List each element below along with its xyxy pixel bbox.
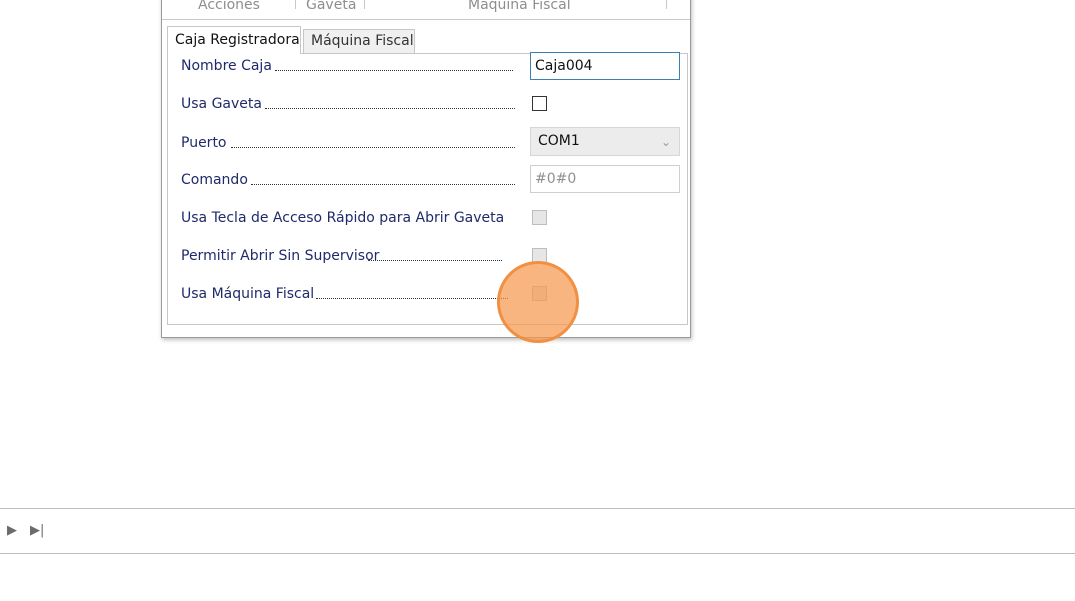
ribbon-separator <box>295 0 296 9</box>
dotted-leader <box>368 260 502 261</box>
record-navigator: ▶ ▶| <box>0 508 1075 554</box>
nombre-caja-label: Nombre Caja <box>181 58 272 74</box>
dotted-leader <box>265 108 515 109</box>
usa-gaveta-label: Usa Gaveta <box>181 96 262 112</box>
row-permitir-abrir: Permitir Abrir Sin Supervisor <box>181 246 521 266</box>
dotted-leader <box>316 298 508 299</box>
nombre-caja-input[interactable]: Caja004 <box>530 52 680 80</box>
puerto-label: Puerto <box>181 135 227 151</box>
chevron-down-icon: ⌄ <box>660 135 671 149</box>
screen: Acciones Gaveta Máquina Fiscal Caja Regi… <box>0 0 1075 601</box>
ribbon-group-maquina-fiscal[interactable]: Máquina Fiscal <box>468 0 571 13</box>
caja-registradora-panel: Nombre Caja Caja004 Usa Gaveta Puerto CO… <box>167 52 688 325</box>
usa-gaveta-checkbox[interactable] <box>532 96 547 111</box>
dotted-leader <box>251 184 515 185</box>
usa-maquina-fiscal-label: Usa Máquina Fiscal <box>181 286 315 302</box>
caja-registradora-dialog: Acciones Gaveta Máquina Fiscal Caja Regi… <box>161 0 691 338</box>
dotted-leader <box>231 147 515 148</box>
permitir-abrir-label: Permitir Abrir Sin Supervisor <box>181 248 380 264</box>
usa-maquina-fiscal-checkbox[interactable] <box>532 286 547 301</box>
comando-input[interactable]: #0#0 <box>530 165 680 193</box>
row-puerto: Puerto <box>181 133 521 153</box>
ribbon-separator <box>364 0 365 9</box>
puerto-select[interactable]: COM1 ⌄ <box>530 127 680 156</box>
row-comando: Comando <box>181 170 521 190</box>
skip-last-icon[interactable]: ▶| <box>30 522 44 540</box>
puerto-value: COM1 <box>538 133 580 149</box>
row-usa-tecla: Usa Tecla de Acceso Rápido para Abrir Ga… <box>181 208 521 228</box>
ribbon-group-gaveta[interactable]: Gaveta <box>306 0 356 13</box>
dotted-leader <box>275 70 513 71</box>
ribbon-group-acciones[interactable]: Acciones <box>198 0 260 13</box>
tab-caja-registradora[interactable]: Caja Registradora <box>167 26 301 54</box>
row-usa-gaveta: Usa Gaveta <box>181 94 521 114</box>
usa-tecla-checkbox[interactable] <box>532 210 547 225</box>
permitir-abrir-checkbox[interactable] <box>532 248 547 263</box>
tab-maquina-fiscal[interactable]: Máquina Fiscal <box>303 29 415 53</box>
comando-label: Comando <box>181 172 248 188</box>
usa-tecla-label: Usa Tecla de Acceso Rápido para Abrir Ga… <box>181 210 505 226</box>
ribbon-group-bar: Acciones Gaveta Máquina Fiscal <box>162 0 690 20</box>
row-usa-maquina-fiscal: Usa Máquina Fiscal <box>181 284 521 304</box>
row-nombre-caja: Nombre Caja <box>181 56 521 76</box>
play-next-icon[interactable]: ▶ <box>7 522 17 540</box>
ribbon-separator <box>666 0 667 9</box>
